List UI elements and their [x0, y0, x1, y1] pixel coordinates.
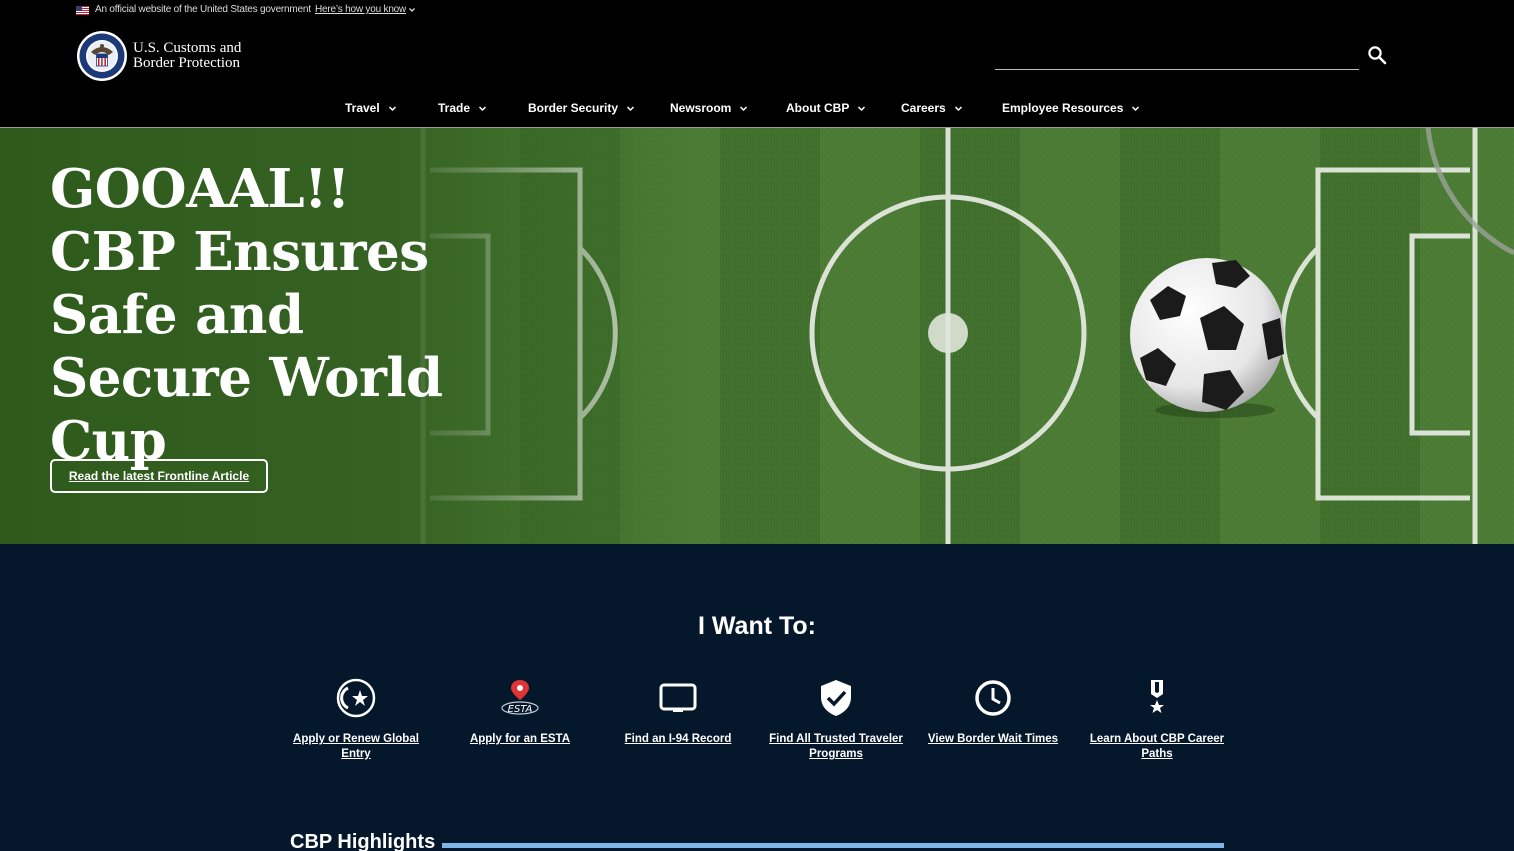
nav-careers[interactable]: Careers [901, 101, 963, 115]
search-icon[interactable] [1366, 44, 1388, 66]
highlights-accent-bar [442, 843, 1224, 848]
nav-label: Newsroom [670, 101, 732, 115]
esta-link[interactable]: ESTA Apply for an ESTA [445, 678, 595, 747]
nav-trade[interactable]: Trade [438, 101, 487, 115]
chevron-down-icon [388, 106, 396, 112]
chevron-down-icon [858, 106, 866, 112]
gov-banner: An official website of the United States… [0, 0, 1514, 22]
hero-title: GOOAAL!! CBP Ensures Safe and Secure Wor… [50, 158, 443, 472]
nav-employee-resources[interactable]: Employee Resources [1002, 101, 1140, 115]
nav-about-cbp[interactable]: About CBP [786, 101, 866, 115]
frontline-article-button[interactable]: Read the latest Frontline Article [50, 459, 268, 493]
item-label: Find All Trusted Traveler Programs [769, 733, 903, 760]
i94-link[interactable]: Find an I-94 Record [603, 678, 753, 747]
clock-icon [975, 680, 1011, 716]
nav-label: Travel [345, 101, 380, 115]
section-title: I Want To: [697, 612, 817, 640]
us-flag-icon [76, 6, 89, 15]
hero-banner: GOOAAL!! CBP Ensures Safe and Secure Wor… [0, 128, 1514, 544]
nav-border-security[interactable]: Border Security [528, 101, 635, 115]
item-label: Apply or Renew Global Entry [293, 733, 419, 760]
global-entry-icon [336, 678, 376, 718]
highlights-title: CBP Highlights [290, 831, 436, 851]
nav-label: Employee Resources [1002, 101, 1124, 115]
item-label: Apply for an ESTA [469, 733, 571, 745]
nav-newsroom[interactable]: Newsroom [670, 101, 748, 115]
i-want-to-section: I Want To: Apply or Renew Global Entry E… [0, 544, 1514, 851]
svg-text:ESTA: ESTA [508, 704, 533, 715]
chevron-down-icon [478, 106, 487, 112]
career-paths-link[interactable]: Learn About CBP Career Paths [1082, 678, 1232, 762]
trusted-traveler-link[interactable]: Find All Trusted Traveler Programs [761, 678, 911, 762]
chevron-down-icon [627, 106, 635, 112]
nav-label: Careers [901, 101, 946, 115]
wait-times-link[interactable]: View Border Wait Times [918, 678, 1068, 747]
item-label: Find an I-94 Record [624, 733, 732, 745]
search-underline [995, 69, 1359, 70]
nav-label: About CBP [786, 101, 850, 115]
chevron-down-icon [1132, 106, 1140, 112]
chevron-down-icon[interactable] [408, 6, 416, 14]
i94-record-icon [659, 683, 697, 712]
logo-line-1: U.S. Customs and [133, 40, 242, 56]
main-nav: Travel Trade Border Security Newsroom Ab… [0, 97, 1514, 121]
logo-line-2: Border Protection [133, 55, 241, 71]
item-label: Learn About CBP Career Paths [1089, 733, 1225, 760]
nav-label: Trade [438, 101, 471, 115]
cbp-seal-logo[interactable] [76, 30, 128, 82]
nav-travel[interactable]: Travel [345, 101, 397, 115]
esta-location-icon: ESTA [501, 680, 539, 715]
official-site-text: An official website of the United States… [95, 4, 311, 15]
how-you-know-link[interactable]: Here’s how you know [315, 4, 406, 15]
global-entry-link[interactable]: Apply or Renew Global Entry [281, 678, 431, 762]
nav-label: Border Security [528, 101, 619, 115]
chevron-down-icon [740, 106, 748, 112]
shield-check-icon [821, 680, 851, 716]
medal-icon [1150, 680, 1164, 713]
site-header: U.S. Customs and Border Protection Trave… [0, 22, 1514, 127]
item-label: View Border Wait Times [927, 733, 1059, 745]
cbp-wordmark[interactable]: U.S. Customs and Border Protection [133, 41, 241, 71]
search-input[interactable] [995, 44, 1359, 68]
chevron-down-icon [954, 106, 962, 112]
